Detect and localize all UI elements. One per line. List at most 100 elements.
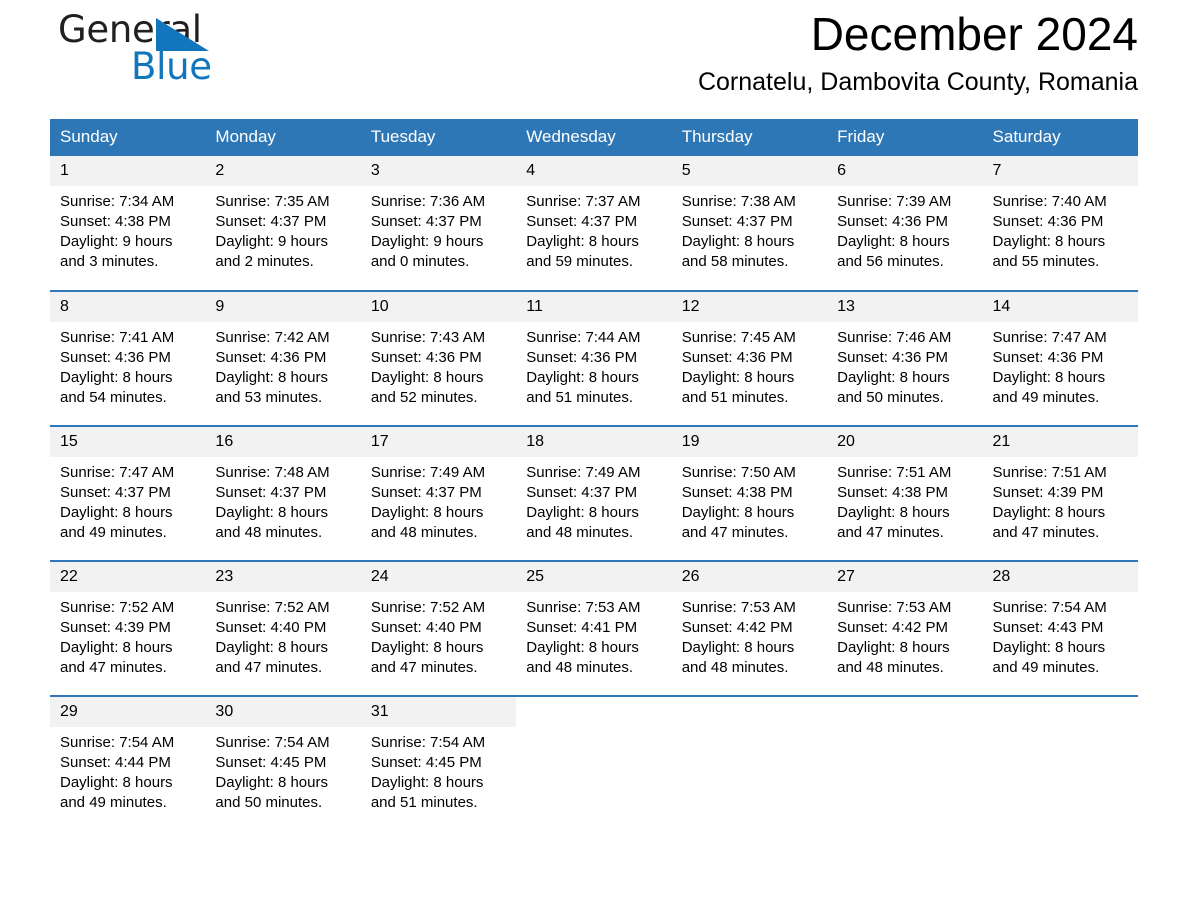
calendar-day-cell[interactable]: 11 Sunrise: 7:44 AM Sunset: 4:36 PM Dayligh… — [516, 290, 672, 426]
weekday-header-thursday: Thursday — [671, 119, 828, 156]
daylight-text-line2: and 48 minutes. — [215, 524, 323, 541]
daylight-text-line2: and 47 minutes. — [837, 524, 944, 541]
sunset-text: Sunset: 4:38 PM — [681, 484, 793, 501]
daylight-text-line1: Daylight: 9 hours — [60, 233, 173, 250]
calendar-day-cell[interactable]: 16 Sunrise: 7:48 AM Sunset: 4:37 PM Dayligh… — [205, 425, 361, 561]
calendar-day-cell[interactable]: 4 Sunrise: 7:37 AM Sunset: 4:37 PM Daylight… — [516, 156, 672, 291]
calendar-day-cell[interactable]: 26 Sunrise: 7:53 AM Sunset: 4:42 PM Dayligh… — [671, 560, 828, 696]
calendar-day-cell[interactable]: 13 Sunrise: 7:46 AM Sunset: 4:36 PM Dayligh… — [827, 290, 983, 426]
daylight-text-line2: and 48 minutes. — [526, 659, 634, 676]
calendar-day-cell[interactable]: 5 Sunrise: 7:38 AM Sunset: 4:37 PM Daylight… — [671, 156, 828, 291]
daylight-text-line2: and 3 minutes. — [60, 253, 159, 270]
daylight-text-line2: and 47 minutes. — [215, 659, 323, 676]
calendar-day-cell[interactable]: 29 Sunrise: 7:54 AM Sunset: 4:44 PM Dayligh… — [50, 695, 206, 831]
sunrise-text: Sunrise: 7:46 AM — [837, 329, 952, 346]
sunrise-text: Sunrise: 7:41 AM — [60, 329, 175, 346]
daylight-text-line1: Daylight: 8 hours — [526, 639, 639, 656]
sunset-text: Sunset: 4:36 PM — [526, 349, 638, 366]
calendar-day-cell[interactable]: 21 Sunrise: 7:51 AM Sunset: 4:39 PM Dayligh… — [982, 425, 1138, 561]
calendar-day-cell[interactable]: 9 Sunrise: 7:42 AM Sunset: 4:36 PM Daylight… — [205, 290, 361, 426]
daylight-text-line2: and 47 minutes. — [681, 524, 789, 541]
calendar-day-cell[interactable]: 8 Sunrise: 7:41 AM Sunset: 4:36 PM Daylight… — [50, 290, 206, 426]
calendar-day-cell[interactable]: 20 Sunrise: 7:51 AM Sunset: 4:38 PM Dayligh… — [827, 425, 983, 561]
day-details: Sunrise: 7:53 AM Sunset: 4:42 PM Daylight:… — [827, 592, 982, 678]
daylight-text-line1: Daylight: 8 hours — [370, 639, 484, 656]
day-number: 5 — [671, 156, 828, 186]
day-number: 8 — [50, 292, 206, 322]
daylight-text-line1: Daylight: 8 hours — [60, 639, 173, 656]
sunset-text: Sunset: 4:45 PM — [215, 754, 327, 771]
calendar-day-cell[interactable]: 28 Sunrise: 7:54 AM Sunset: 4:43 PM Dayligh… — [982, 560, 1138, 696]
sunset-text: Sunset: 4:37 PM — [60, 484, 171, 501]
calendar-day-cell[interactable]: 24 Sunrise: 7:52 AM Sunset: 4:40 PM Dayligh… — [360, 560, 517, 696]
calendar-body: 1 Sunrise: 7:34 AM Sunset: 4:38 PM Daylight… — [50, 156, 1138, 831]
sunrise-text: Sunrise: 7:52 AM — [370, 599, 486, 616]
calendar-day-cell[interactable]: 17 Sunrise: 7:49 AM Sunset: 4:37 PM Dayligh… — [360, 425, 517, 561]
sunrise-text: Sunrise: 7:48 AM — [215, 464, 330, 481]
calendar-day-cell[interactable]: 1 Sunrise: 7:34 AM Sunset: 4:38 PM Daylight… — [50, 156, 206, 291]
daylight-text-line1: Daylight: 8 hours — [837, 233, 950, 250]
calendar-day-cell[interactable]: 25 Sunrise: 7:53 AM Sunset: 4:41 PM Dayligh… — [516, 560, 672, 696]
sunset-text: Sunset: 4:43 PM — [992, 619, 1104, 636]
day-number: 29 — [50, 697, 206, 727]
sunset-text: Sunset: 4:40 PM — [370, 619, 482, 636]
day-details: Sunrise: 7:38 AM Sunset: 4:37 PM Daylight:… — [672, 186, 827, 272]
day-details: Sunrise: 7:49 AM Sunset: 4:37 PM Daylight:… — [361, 457, 516, 543]
calendar-day-cell[interactable]: 10 Sunrise: 7:43 AM Sunset: 4:36 PM Dayligh… — [360, 290, 517, 426]
day-details: Sunrise: 7:34 AM Sunset: 4:38 PM Daylight:… — [50, 186, 205, 272]
calendar-day-cell[interactable]: 14 Sunrise: 7:47 AM Sunset: 4:36 PM Dayligh… — [982, 290, 1138, 426]
calendar-day-cell[interactable]: 6 Sunrise: 7:39 AM Sunset: 4:36 PM Daylight… — [827, 156, 983, 291]
generalblue-logo[interactable]: General Blue — [58, 10, 318, 100]
calendar-day-cell[interactable]: 27 Sunrise: 7:53 AM Sunset: 4:42 PM Dayligh… — [827, 560, 983, 696]
daylight-text-line1: Daylight: 8 hours — [370, 774, 484, 791]
day-number: 28 — [982, 562, 1138, 592]
calendar-day-cell[interactable]: 12 Sunrise: 7:45 AM Sunset: 4:36 PM Dayligh… — [671, 290, 828, 426]
sunset-text: Sunset: 4:36 PM — [837, 349, 949, 366]
day-details: Sunrise: 7:47 AM Sunset: 4:36 PM Daylight:… — [983, 322, 1138, 408]
sunset-text: Sunset: 4:39 PM — [60, 619, 171, 636]
day-details: Sunrise: 7:35 AM Sunset: 4:37 PM Daylight:… — [205, 186, 360, 272]
calendar-cell-empty — [671, 695, 828, 831]
sunset-text: Sunset: 4:37 PM — [370, 213, 482, 230]
calendar-day-cell[interactable]: 30 Sunrise: 7:54 AM Sunset: 4:45 PM Dayligh… — [205, 695, 361, 831]
daylight-text-line1: Daylight: 8 hours — [992, 639, 1106, 656]
day-number: 30 — [205, 697, 361, 727]
sunrise-text: Sunrise: 7:49 AM — [370, 464, 486, 481]
calendar-day-cell[interactable]: 3 Sunrise: 7:36 AM Sunset: 4:37 PM Daylight… — [360, 156, 517, 291]
day-number: 23 — [205, 562, 361, 592]
calendar-day-cell[interactable]: 23 Sunrise: 7:52 AM Sunset: 4:40 PM Dayligh… — [205, 560, 361, 696]
weekday-header-friday: Friday — [827, 119, 983, 156]
daylight-text-line1: Daylight: 8 hours — [215, 369, 328, 386]
sunrise-text: Sunrise: 7:40 AM — [992, 193, 1107, 210]
day-details: Sunrise: 7:37 AM Sunset: 4:37 PM Daylight:… — [516, 186, 671, 272]
sunrise-text: Sunrise: 7:50 AM — [681, 464, 796, 481]
sunrise-text: Sunrise: 7:54 AM — [60, 734, 175, 751]
calendar-day-cell[interactable]: 7 Sunrise: 7:40 AM Sunset: 4:36 PM Daylight… — [982, 156, 1138, 291]
weekday-header-wednesday: Wednesday — [516, 119, 672, 156]
day-details: Sunrise: 7:45 AM Sunset: 4:36 PM Daylight:… — [672, 322, 827, 408]
sunset-text: Sunset: 4:37 PM — [370, 484, 482, 501]
day-number: 9 — [205, 292, 361, 322]
daylight-text-line1: Daylight: 8 hours — [681, 639, 795, 656]
calendar-day-cell[interactable]: 2 Sunrise: 7:35 AM Sunset: 4:37 PM Daylight… — [205, 156, 361, 291]
day-details: Sunrise: 7:41 AM Sunset: 4:36 PM Daylight:… — [50, 322, 205, 408]
day-details: Sunrise: 7:50 AM Sunset: 4:38 PM Daylight:… — [672, 457, 827, 543]
daylight-text-line2: and 59 minutes. — [526, 253, 634, 270]
calendar-day-cell[interactable]: 22 Sunrise: 7:52 AM Sunset: 4:39 PM Dayligh… — [50, 560, 206, 696]
sunset-text: Sunset: 4:37 PM — [215, 484, 327, 501]
sunset-text: Sunset: 4:41 PM — [526, 619, 638, 636]
sunrise-text: Sunrise: 7:51 AM — [837, 464, 952, 481]
calendar-day-cell[interactable]: 19 Sunrise: 7:50 AM Sunset: 4:38 PM Dayligh… — [671, 425, 828, 561]
daylight-text-line2: and 55 minutes. — [992, 253, 1100, 270]
daylight-text-line2: and 47 minutes. — [370, 659, 478, 676]
calendar-day-cell[interactable]: 18 Sunrise: 7:49 AM Sunset: 4:37 PM Dayligh… — [516, 425, 672, 561]
daylight-text-line1: Daylight: 8 hours — [526, 369, 639, 386]
sunrise-text: Sunrise: 7:53 AM — [681, 599, 796, 616]
calendar-day-cell[interactable]: 31 Sunrise: 7:54 AM Sunset: 4:45 PM Dayligh… — [360, 695, 517, 831]
day-number: 11 — [516, 292, 672, 322]
calendar-week-row: 29 Sunrise: 7:54 AM Sunset: 4:44 PM Dayligh… — [50, 695, 1138, 831]
daylight-text-line2: and 51 minutes. — [526, 389, 634, 406]
calendar-day-cell[interactable]: 15 Sunrise: 7:47 AM Sunset: 4:37 PM Dayligh… — [50, 425, 206, 561]
day-details: Sunrise: 7:54 AM Sunset: 4:45 PM Daylight:… — [205, 727, 360, 813]
sunset-text: Sunset: 4:44 PM — [60, 754, 171, 771]
